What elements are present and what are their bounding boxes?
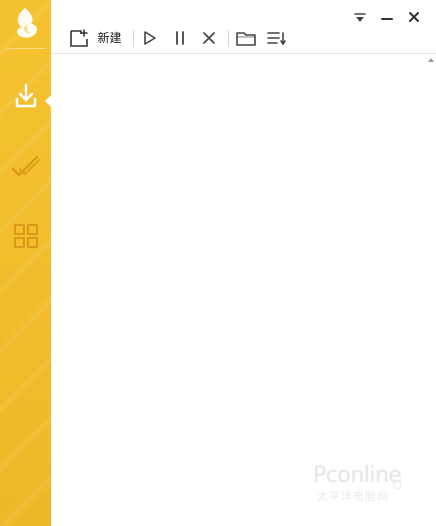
sidebar-item-apps[interactable] [0,212,51,260]
watermark-subtitle: 太平洋电脑网 [317,490,389,503]
watermark-dot [393,480,402,489]
sidebar [0,0,51,526]
scroll-up-icon[interactable] [428,58,434,62]
minimize-button[interactable] [378,10,396,26]
open-folder-button[interactable] [233,26,259,50]
toolbar-separator [133,30,134,47]
new-task-button[interactable]: 新建 [64,26,126,50]
download-tray-icon [11,81,41,111]
close-window-icon [407,9,421,28]
sidebar-item-completed[interactable] [0,142,51,190]
folder-icon [235,28,257,48]
close-x-icon [199,28,219,48]
task-list [51,54,436,526]
dropdown-menu-icon [353,9,367,28]
toolbar: 新建 [51,0,436,54]
new-task-icon [68,27,90,49]
sidebar-item-downloading[interactable] [0,72,51,120]
watermark-title: Pconline [313,463,402,488]
watermark: Pconline 太平洋电脑网 [313,463,425,509]
delete-button[interactable] [197,26,221,50]
close-window-button[interactable] [405,10,423,26]
pause-icon [170,28,190,48]
pause-button[interactable] [168,26,192,50]
grid-4-icon [11,221,41,251]
play-icon [139,28,159,48]
sort-list-icon [265,28,287,48]
minimize-icon [380,9,394,28]
flame-logo-icon[interactable] [6,6,46,46]
start-button[interactable] [137,26,161,50]
scrollbar[interactable] [426,54,436,526]
sidebar-divider [6,48,45,49]
new-task-label: 新建 [97,31,122,45]
main-panel: 新建 [51,0,436,526]
double-check-icon [10,151,42,181]
window-menu-button[interactable] [351,10,369,26]
toolbar-separator [228,30,229,47]
sort-button[interactable] [263,26,289,50]
